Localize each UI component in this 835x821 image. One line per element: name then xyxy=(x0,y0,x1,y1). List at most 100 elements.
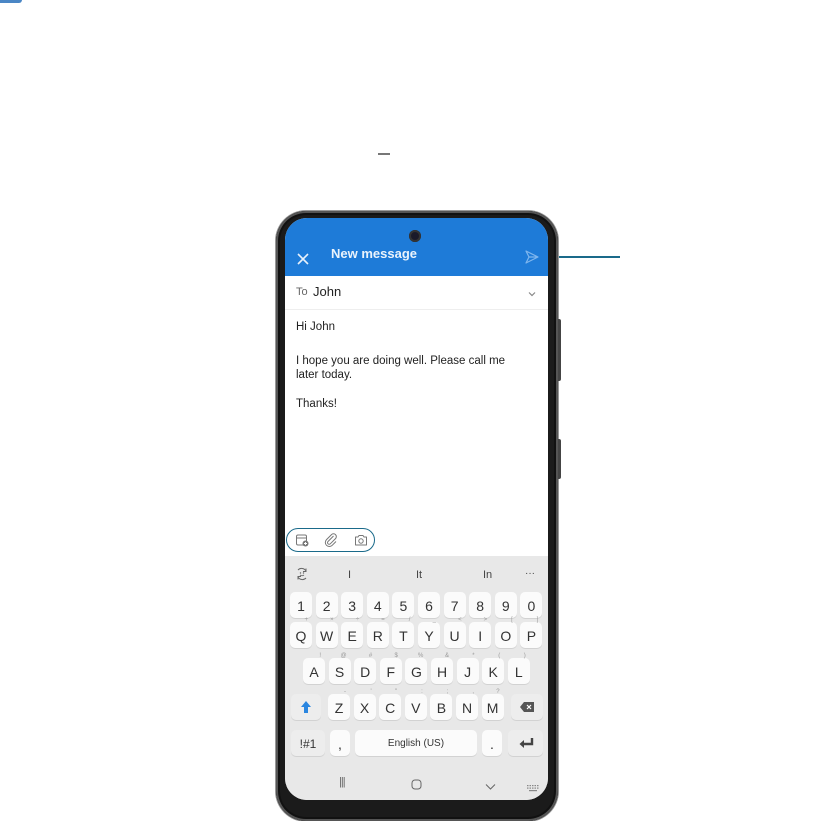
letter-key[interactable]: K( xyxy=(482,653,505,684)
letter-key[interactable]: D # xyxy=(354,653,377,684)
number-key[interactable]: 6 xyxy=(418,592,440,618)
letter-key[interactable]: H & xyxy=(431,653,453,684)
key-label: Y xyxy=(424,628,434,644)
key-label: C xyxy=(385,700,396,716)
letter-key[interactable]: S @ xyxy=(328,653,351,684)
navigation-bar: ||| xyxy=(285,768,548,798)
key-secondary-symbol: ) xyxy=(523,653,526,659)
letter-key[interactable]: M? xyxy=(481,689,504,720)
close-button[interactable] xyxy=(295,251,311,267)
comma-key[interactable]: , xyxy=(330,730,350,756)
key-label: D xyxy=(360,664,371,680)
key-secondary-symbol: ( xyxy=(498,653,501,659)
key-secondary-symbol: , xyxy=(472,689,474,695)
key-secondary-symbol: : xyxy=(421,689,423,695)
callout-line-send xyxy=(550,256,620,258)
suggestion-bar: I It In ··· xyxy=(285,562,548,588)
calendar-add-button[interactable] xyxy=(295,533,309,547)
home-icon xyxy=(411,779,422,790)
page-title: New message xyxy=(331,246,417,261)
number-key[interactable]: 1 xyxy=(290,592,312,618)
recipient-expand-button[interactable] xyxy=(527,286,537,297)
key-secondary-symbol: ? xyxy=(496,689,500,695)
letter-key[interactable]: T / xyxy=(392,617,415,648)
key-secondary-symbol: = xyxy=(381,617,385,623)
key-secondary-symbol: / xyxy=(408,617,411,623)
number-key[interactable]: 2 xyxy=(315,592,338,618)
letter-key[interactable]: R = xyxy=(366,617,389,648)
keyboard-mode-button[interactable] xyxy=(295,567,309,586)
keyboard-icon xyxy=(527,785,539,792)
letter-key[interactable]: J * xyxy=(456,653,479,684)
letter-key[interactable]: P] xyxy=(520,617,543,648)
letter-key[interactable]: W × xyxy=(315,617,338,648)
key-label: V xyxy=(411,700,421,716)
suggestion-item[interactable]: It xyxy=(416,569,422,581)
phone-screen: New message To John Hi John I hope you a… xyxy=(285,218,548,800)
key-label: R xyxy=(372,628,383,644)
enter-key[interactable] xyxy=(508,730,543,756)
number-key[interactable]: 0 xyxy=(520,592,543,618)
key-label: O xyxy=(500,628,512,644)
key-secondary-symbol: # xyxy=(368,653,373,659)
recents-button[interactable]: ||| xyxy=(339,776,346,788)
key-label: S xyxy=(334,664,345,680)
letter-key[interactable]: L) xyxy=(507,653,530,684)
key-label: G xyxy=(410,664,422,680)
letter-key[interactable]: B; xyxy=(430,689,453,720)
attach-file-button[interactable] xyxy=(324,533,338,547)
suggestion-item[interactable]: In xyxy=(483,569,492,581)
key-secondary-symbol: ] xyxy=(536,617,539,623)
period-key[interactable]: . xyxy=(482,730,502,756)
key-secondary-symbol: $ xyxy=(394,653,398,659)
number-key[interactable]: 7 xyxy=(443,592,466,618)
more-options-button[interactable]: ··· xyxy=(525,568,535,579)
key-label: 7 xyxy=(450,598,459,614)
letter-key[interactable]: F $ xyxy=(379,653,402,684)
backspace-key[interactable] xyxy=(511,694,543,720)
number-key[interactable]: 4 xyxy=(366,592,389,618)
letter-key[interactable]: X ' xyxy=(353,689,376,720)
volume-button xyxy=(558,319,561,381)
key-secondary-symbol: [ xyxy=(511,617,513,623)
recipient-row[interactable]: To John xyxy=(285,277,548,310)
key-secondary-symbol: ! xyxy=(319,653,321,659)
back-button[interactable] xyxy=(485,778,496,796)
letter-key[interactable]: G% xyxy=(405,653,428,684)
key-label: 6 xyxy=(425,598,433,614)
home-button[interactable] xyxy=(411,777,422,795)
letter-key[interactable]: E ÷ xyxy=(341,617,364,648)
camera-button[interactable] xyxy=(354,533,368,547)
suggestion-item[interactable]: I xyxy=(348,569,351,581)
number-key[interactable]: 8 xyxy=(469,592,492,618)
letter-key[interactable]: Z- xyxy=(328,689,350,720)
space-key[interactable]: English (US) xyxy=(355,730,477,756)
number-key[interactable]: 3 xyxy=(341,592,364,618)
key-label: H xyxy=(436,664,448,680)
recipient-field[interactable]: John xyxy=(313,284,341,299)
shift-key[interactable] xyxy=(291,694,321,720)
letter-key[interactable]: U < xyxy=(443,617,466,648)
letter-key[interactable]: V: xyxy=(404,689,427,720)
letter-key[interactable]: C " xyxy=(379,689,402,720)
send-button[interactable] xyxy=(524,249,540,265)
calendar-add-icon xyxy=(296,534,309,547)
letter-key[interactable]: O[ xyxy=(494,617,517,648)
letter-key[interactable]: N, xyxy=(456,689,478,720)
key-secondary-symbol: + xyxy=(304,617,308,623)
key-secondary-symbol: _ xyxy=(432,617,436,623)
letter-key[interactable]: I > xyxy=(469,617,492,648)
shift-icon xyxy=(301,701,311,713)
letter-key[interactable]: Q + xyxy=(290,617,312,648)
letter-key[interactable]: Y _ xyxy=(418,617,440,648)
number-key[interactable]: 9 xyxy=(494,592,517,618)
key-label: 8 xyxy=(476,598,485,614)
keyboard-switch-button[interactable] xyxy=(527,779,539,797)
key-label: F xyxy=(386,664,396,680)
key-label: E xyxy=(347,628,357,644)
symbols-key[interactable]: !#1 xyxy=(291,730,325,756)
phone-device: New message To John Hi John I hope you a… xyxy=(276,211,561,821)
letter-key[interactable]: A! xyxy=(303,653,325,684)
number-key[interactable]: 5 xyxy=(392,592,415,618)
attachment-toolbar xyxy=(286,528,375,552)
